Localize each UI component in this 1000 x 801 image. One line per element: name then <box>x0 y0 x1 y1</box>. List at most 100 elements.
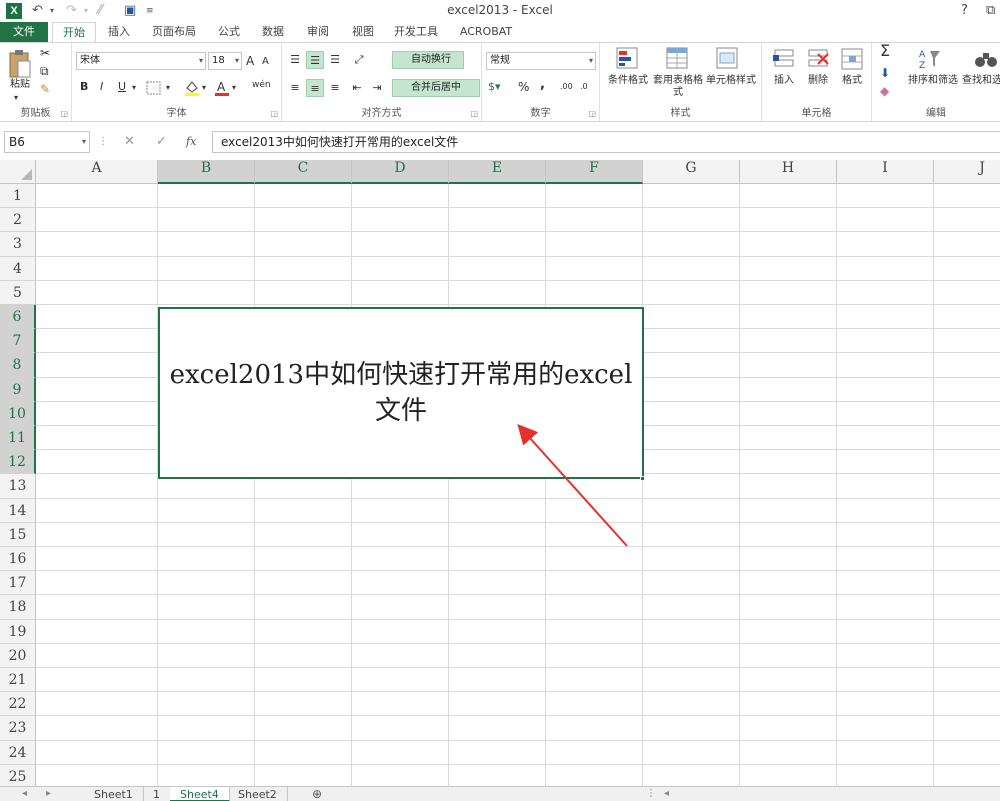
row-header-9[interactable]: 9 <box>0 377 36 402</box>
row-header-10[interactable]: 10 <box>0 401 36 426</box>
align-center-icon[interactable]: ≡ <box>306 79 324 97</box>
row-header-6[interactable]: 6 <box>0 305 36 330</box>
sheet-tab-active[interactable]: Sheet4 <box>170 787 230 801</box>
tab-insert[interactable]: 插入 <box>102 22 136 42</box>
tab-acrobat[interactable]: ACROBAT <box>454 22 518 42</box>
row-header-22[interactable]: 22 <box>0 692 36 717</box>
column-header-c[interactable]: C <box>255 160 352 184</box>
bold-button[interactable]: B <box>80 81 88 93</box>
format-as-table-label[interactable]: 套用表格格式 <box>650 75 706 99</box>
column-header-b[interactable]: B <box>158 160 255 184</box>
cell-area[interactable] <box>36 184 1000 786</box>
ribbon-display-icon[interactable]: ⧉ <box>986 2 995 20</box>
row-header-3[interactable]: 3 <box>0 232 36 257</box>
format-painter-icon[interactable]: ✎ <box>40 83 50 95</box>
next-sheet-icon[interactable]: ▸ <box>46 787 51 801</box>
row-header-20[interactable]: 20 <box>0 643 36 668</box>
name-box[interactable]: B6 ▾ <box>4 131 90 153</box>
tab-view[interactable]: 视图 <box>346 22 380 42</box>
find-select-label[interactable]: 查找和选 <box>962 75 1000 87</box>
format-cells-icon[interactable] <box>840 47 864 71</box>
decrease-decimal-icon[interactable]: .0 <box>580 81 588 93</box>
row-header-24[interactable]: 24 <box>0 740 36 765</box>
font-color-dropdown-icon[interactable]: ▾ <box>232 82 236 94</box>
column-header-d[interactable]: D <box>352 160 449 184</box>
font-color-icon[interactable]: A <box>214 79 230 97</box>
align-top-icon[interactable]: ☰ <box>286 51 304 69</box>
fill-icon[interactable]: ⬇ <box>880 67 890 79</box>
formula-input[interactable]: excel2013中如何快速打开常用的excel文件 <box>212 131 1000 153</box>
more-options-icon[interactable]: ⋮ <box>98 132 108 152</box>
font-size-combo[interactable]: 18 ▾ <box>208 52 242 70</box>
decrease-indent-icon[interactable]: ⇤ <box>348 79 366 97</box>
row-header-19[interactable]: 19 <box>0 619 36 644</box>
select-all-button[interactable] <box>0 160 36 184</box>
increase-decimal-icon[interactable]: .00 <box>560 81 573 93</box>
orientation-icon[interactable]: ⤢ <box>350 51 368 69</box>
wrap-text-button[interactable]: 自动换行 <box>392 51 464 69</box>
format-as-table-icon[interactable] <box>666 47 690 71</box>
align-bottom-icon[interactable]: ☰ <box>326 51 344 69</box>
new-sheet-icon[interactable]: ⊕ <box>312 787 322 801</box>
font-name-combo[interactable]: 宋体 ▾ <box>76 52 206 70</box>
enter-icon[interactable]: ✓ <box>156 132 167 152</box>
shrink-font-button[interactable]: A <box>262 56 269 68</box>
sheet-tab[interactable]: 1 <box>143 787 171 801</box>
borders-icon[interactable] <box>146 81 162 95</box>
column-header-f[interactable]: F <box>546 160 643 184</box>
font-launcher-icon[interactable]: ◲ <box>270 109 278 118</box>
copy-icon[interactable]: ⧉ <box>40 65 49 77</box>
align-middle-icon[interactable]: ☰ <box>306 51 324 69</box>
row-header-8[interactable]: 8 <box>0 353 36 378</box>
insert-cells-icon[interactable] <box>772 47 796 71</box>
scroll-left-icon[interactable]: ◂ <box>664 787 669 801</box>
cell-styles-icon[interactable] <box>716 47 740 71</box>
clipboard-launcher-icon[interactable]: ◲ <box>60 109 68 118</box>
fill-color-dropdown-icon[interactable]: ▾ <box>202 82 206 94</box>
tab-split-icon[interactable]: ⋮ <box>646 787 656 801</box>
insert-function-icon[interactable]: fx <box>186 132 196 152</box>
increase-indent-icon[interactable]: ⇥ <box>368 79 386 97</box>
column-header-e[interactable]: E <box>449 160 546 184</box>
sheet-tab[interactable]: Sheet2 <box>228 787 288 801</box>
merge-center-button[interactable]: 合并后居中 <box>392 79 480 97</box>
number-launcher-icon[interactable]: ◲ <box>588 109 596 118</box>
align-left-icon[interactable]: ≡ <box>286 79 304 97</box>
italic-button[interactable]: I <box>100 81 103 93</box>
sort-filter-icon[interactable]: A Z <box>918 47 942 71</box>
number-format-combo[interactable]: 常规 ▾ <box>486 52 596 70</box>
paste-icon[interactable] <box>8 49 32 79</box>
row-header-25[interactable]: 25 <box>0 764 36 786</box>
column-header-i[interactable]: I <box>837 160 934 184</box>
phonetic-guide-icon[interactable]: wén <box>252 79 271 91</box>
cancel-icon[interactable]: ✕ <box>124 132 135 152</box>
row-header-7[interactable]: 7 <box>0 329 36 354</box>
tab-data[interactable]: 数据 <box>256 22 290 42</box>
row-header-21[interactable]: 21 <box>0 668 36 693</box>
comma-style-button[interactable]: , <box>540 78 545 91</box>
delete-cells-icon[interactable] <box>806 47 830 71</box>
tab-file[interactable]: 文件 <box>0 22 48 42</box>
column-header-g[interactable]: G <box>643 160 740 184</box>
tab-page-layout[interactable]: 页面布局 <box>148 22 200 42</box>
row-header-14[interactable]: 14 <box>0 498 36 523</box>
row-header-23[interactable]: 23 <box>0 716 36 741</box>
row-header-16[interactable]: 16 <box>0 547 36 572</box>
alignment-launcher-icon[interactable]: ◲ <box>470 109 478 118</box>
conditional-formatting-label[interactable]: 条件格式 <box>602 75 654 87</box>
row-header-4[interactable]: 4 <box>0 256 36 281</box>
row-header-1[interactable]: 1 <box>0 184 36 209</box>
autosum-icon[interactable]: Σ <box>880 43 890 59</box>
column-header-a[interactable]: A <box>36 160 158 184</box>
format-cells-label[interactable]: 格式 <box>838 75 866 87</box>
help-icon[interactable]: ? <box>961 2 968 20</box>
percent-style-button[interactable]: % <box>518 81 529 93</box>
delete-cells-label[interactable]: 删除 <box>804 75 832 87</box>
row-header-12[interactable]: 12 <box>0 450 36 475</box>
row-header-5[interactable]: 5 <box>0 280 36 305</box>
sort-filter-label[interactable]: 排序和筛选 <box>906 75 960 87</box>
paste-dropdown-icon[interactable]: ▾ <box>14 92 18 104</box>
binoculars-icon[interactable] <box>974 47 998 71</box>
fill-color-icon[interactable] <box>184 79 200 97</box>
column-header-j[interactable]: J <box>934 160 1000 184</box>
